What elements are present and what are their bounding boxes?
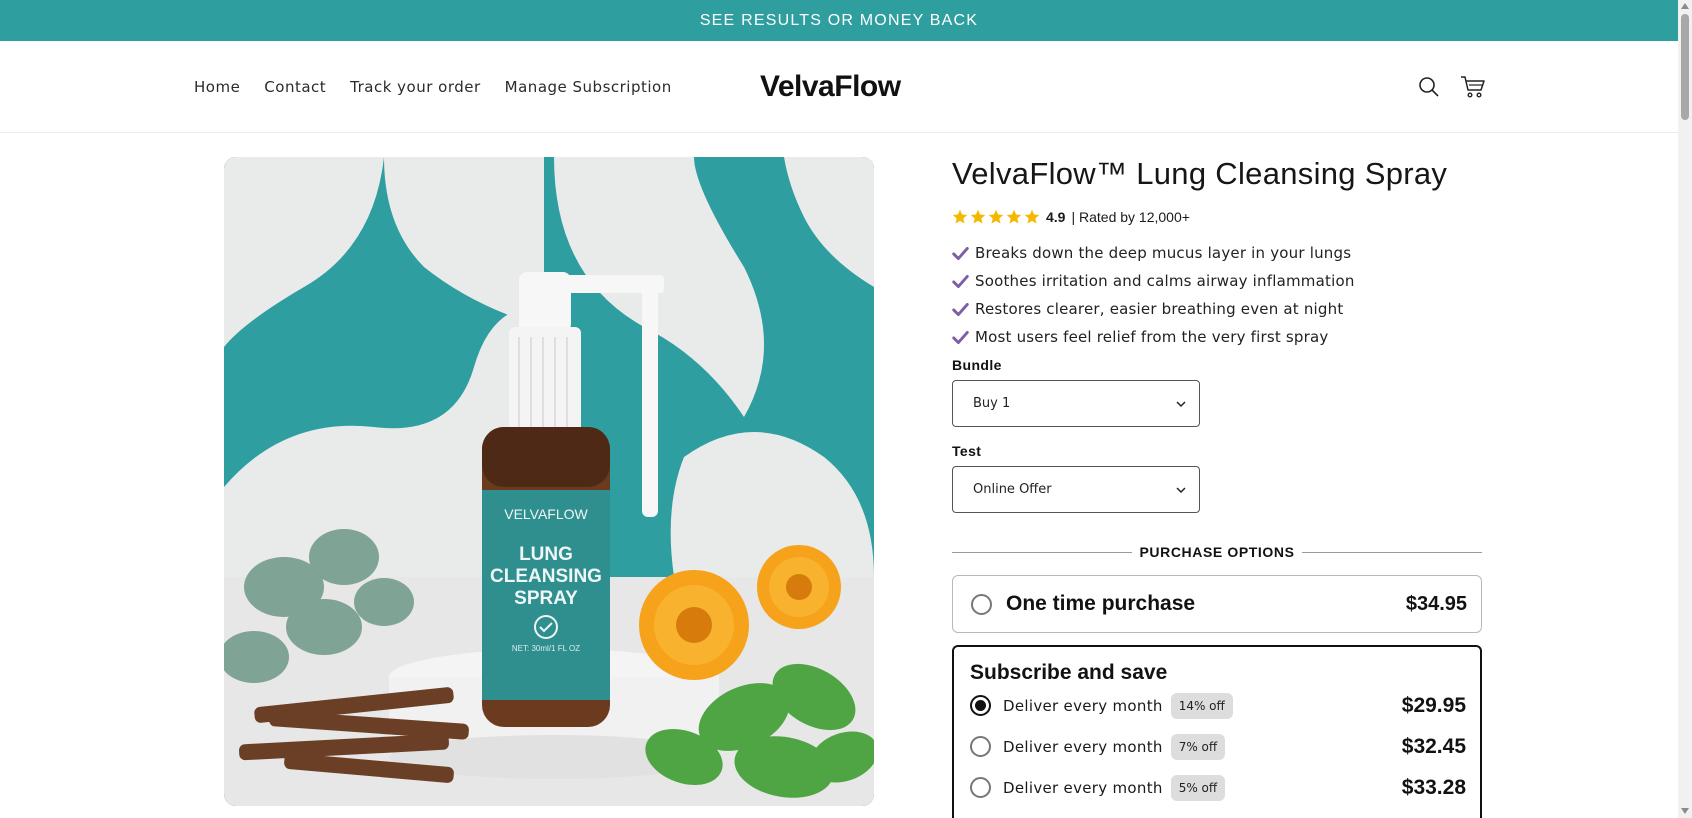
benefit-item: Soothes irritation and calms airway infl… [952,267,1482,295]
star-icon [1024,209,1040,224]
star-rating [952,209,1040,225]
rating-count: | Rated by 12,000+ [1071,209,1190,225]
subscription-radio[interactable] [970,777,991,798]
benefit-item: Breaks down the deep mucus layer in your… [952,239,1482,267]
chevron-down-icon [1176,486,1186,493]
check-icon [952,330,969,344]
purchase-options-label: PURCHASE OPTIONS [1132,544,1302,560]
bottle-net-text: NET: 30ml/1 FL OZ [512,644,580,653]
cart-icon[interactable] [1459,73,1487,101]
product-info: VelvaFlow™ Lung Cleansing Spray 4.9 | Ra… [952,141,1482,513]
one-time-price: $34.95 [1405,592,1467,615]
discount-badge: 5% off [1170,774,1226,801]
product-title: VelvaFlow™ Lung Cleansing Spray [952,156,1448,191]
benefit-text: Soothes irritation and calms airway infl… [975,272,1355,290]
site-header: Home Contact Track your order Manage Sub… [0,41,1678,133]
nav-manage-subscription[interactable]: Manage Subscription [505,78,672,96]
subscription-option[interactable]: Deliver every month 14% off $29.95 [970,685,1466,726]
check-icon [952,302,969,316]
bundle-select[interactable]: Buy 1 [952,380,1200,427]
subscription-label: Deliver every month [1003,696,1163,715]
scroll-down-icon[interactable] [1681,808,1689,814]
benefit-text: Breaks down the deep mucus layer in your… [975,244,1352,262]
bottle-label-line2: CLEANSING [490,566,602,587]
test-label: Test [952,443,982,459]
test-value: Online Offer [973,482,1052,497]
rating-score: 4.9 [1046,209,1066,225]
discount-badge: 14% off [1170,692,1233,719]
benefit-item: Most users feel relief from the very fir… [952,323,1482,351]
site-logo[interactable]: VelvaFlow [760,67,910,107]
star-icon [988,209,1004,224]
test-select[interactable]: Online Offer [952,466,1200,513]
announcement-bar: SEE RESULTS OR MONEY BACK [0,0,1678,41]
star-icon [970,209,986,224]
nav-track-order[interactable]: Track your order [350,78,481,96]
subscription-label: Deliver every month [1003,737,1163,756]
check-icon [952,274,969,288]
subscription-option[interactable]: Deliver every month 7% off $32.45 [970,726,1466,767]
scrollbar-thumb[interactable] [1681,14,1689,120]
nav-contact[interactable]: Contact [264,78,326,96]
scroll-up-icon[interactable] [1681,3,1689,9]
benefit-text: Most users feel relief from the very fir… [975,328,1329,346]
rating-row: 4.9 | Rated by 12,000+ [952,209,1482,225]
bottle-label-line1: LUNG [519,544,573,565]
chevron-down-icon [1176,400,1186,407]
check-icon [952,246,969,260]
subscription-price: $32.45 [1401,734,1466,758]
announcement-text: SEE RESULTS OR MONEY BACK [699,11,979,29]
benefit-list: Breaks down the deep mucus layer in your… [952,239,1482,351]
search-icon[interactable] [1415,73,1443,101]
bundle-label: Bundle [952,357,1002,373]
subscribe-title: Subscribe and save [970,661,1168,684]
one-time-radio[interactable] [971,593,992,615]
subscription-radio[interactable] [970,736,991,757]
purchase-options-divider: PURCHASE OPTIONS [952,544,1482,560]
bundle-value: Buy 1 [973,396,1011,411]
subscription-price: $33.28 [1401,775,1466,799]
bottle-label-line3: SPRAY [514,588,578,609]
page-scrollbar[interactable] [1678,0,1692,818]
benefit-item: Restores clearer, easier breathing even … [952,295,1482,323]
subscription-label: Deliver every month [1003,778,1163,797]
star-icon [1006,209,1022,224]
subscription-radio[interactable] [970,695,991,716]
subscribe-and-save-box: Subscribe and save Deliver every month 1… [952,645,1482,818]
star-icon [952,209,968,224]
discount-badge: 7% off [1170,733,1226,760]
bottle-brand-text: VELVAFLOW [504,506,588,522]
one-time-label: One time purchase [1006,592,1196,615]
main-nav: Home Contact Track your order Manage Sub… [194,41,672,133]
benefit-text: Restores clearer, easier breathing even … [975,300,1344,318]
product-image[interactable]: VELVAFLOW LUNG CLEANSING SPRAY NET: 30ml… [224,157,874,806]
one-time-purchase-option[interactable]: One time purchase $34.95 [952,575,1482,633]
subscription-option[interactable]: Deliver every month 5% off $33.28 [970,767,1466,808]
subscription-price: $29.95 [1401,693,1466,717]
nav-home[interactable]: Home [194,78,240,96]
